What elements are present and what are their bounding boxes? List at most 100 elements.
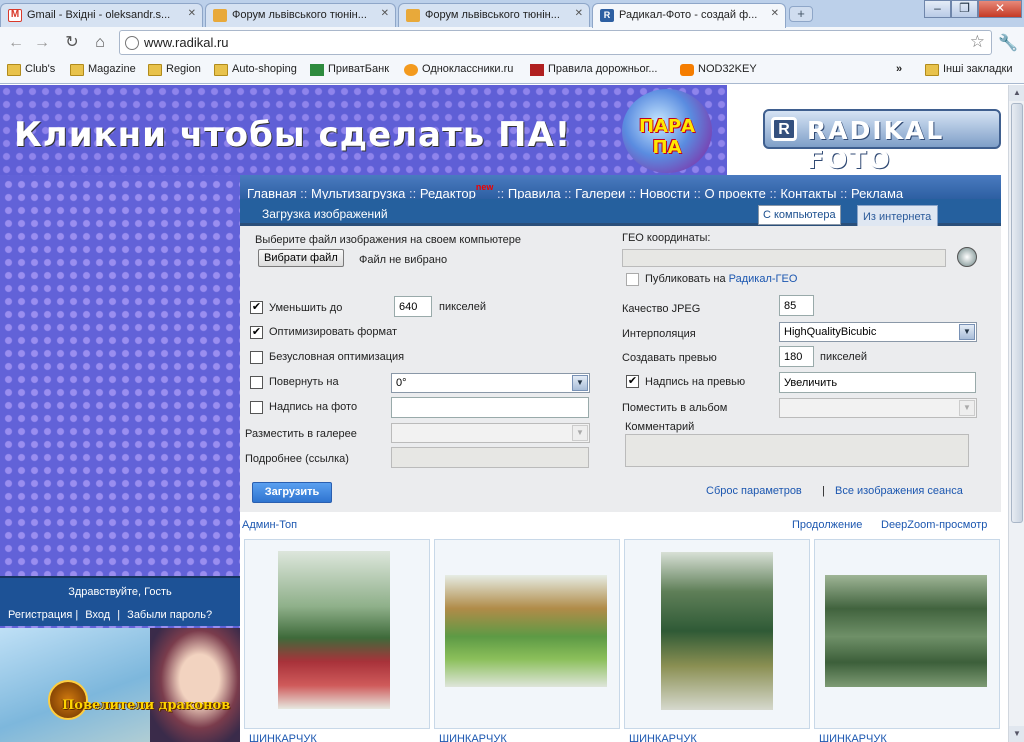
url-input[interactable] (144, 34, 964, 51)
rotate-select[interactable]: 0° ▼ (391, 373, 590, 393)
bookmark-label: Magazine (88, 63, 136, 75)
session-images-link[interactable]: Все изображения сеанса (835, 485, 963, 497)
close-icon[interactable]: ✕ (188, 8, 196, 19)
interp-select[interactable]: HighQualityBicubic ▼ (779, 322, 977, 342)
forward-icon[interactable]: → (32, 33, 52, 53)
login-link[interactable]: Вход (85, 609, 110, 621)
resize-input[interactable] (394, 296, 432, 317)
bookmark-clubs[interactable]: Club's (7, 63, 55, 79)
forgot-password-link[interactable]: Забыли пароль? (127, 609, 212, 621)
globe-icon[interactable] (957, 247, 977, 267)
bookmark-odnoklassniki[interactable]: Одноклассники.ru (404, 63, 513, 79)
site-logo-area: R RADIKAL FOTO (727, 85, 1008, 175)
owner-link[interactable]: ШИНКАРЧУК (819, 733, 887, 742)
ad-banner[interactable]: Кликни чтобы сделать ПА! ПАРА ПА (0, 85, 727, 175)
bookmark-magazine[interactable]: Magazine (70, 63, 136, 79)
radikal-icon: R (600, 9, 614, 22)
rotate-checkbox[interactable] (250, 376, 263, 389)
bookmark-label: Правила дорожньог... (548, 63, 658, 75)
file-prompt: Выберите файл изображения на своем компь… (255, 234, 522, 246)
geo-input[interactable] (622, 249, 946, 267)
resize-checkbox[interactable]: ✔ (250, 301, 263, 314)
jpeg-input[interactable] (779, 295, 814, 316)
home-icon[interactable]: ⌂ (90, 33, 110, 53)
other-bookmarks[interactable]: Інші закладки (925, 63, 1012, 79)
back-icon[interactable]: ← (6, 33, 26, 53)
tab-gmail[interactable]: M Gmail - Вхідні - oleksandr.s... ✕ (0, 3, 203, 27)
tab-forum-1[interactable]: Форум львівського тюнін... ✕ (205, 3, 396, 27)
close-window-icon[interactable]: ✕ (978, 0, 1022, 18)
preview-caption-input[interactable] (779, 372, 976, 393)
continue-link[interactable]: Продолжение (792, 519, 862, 531)
reset-link[interactable]: Сброс параметров (706, 485, 802, 497)
details-input[interactable] (391, 447, 589, 468)
bookmarks-overflow-icon[interactable]: » (896, 63, 902, 79)
no-file-label: Файл не вибрано (359, 254, 448, 266)
scroll-thumb[interactable] (1011, 103, 1023, 523)
bookmark-star-icon[interactable]: ☆ (970, 32, 985, 52)
choose-file-button[interactable]: Вибрати файл (258, 249, 344, 267)
caption-input[interactable] (391, 397, 589, 418)
optimize-checkbox[interactable]: ✔ (250, 326, 263, 339)
forum-icon (213, 9, 227, 22)
owner-link[interactable]: ШИНКАРЧУК (629, 733, 697, 742)
address-bar[interactable]: ☆ (119, 30, 992, 55)
album-select[interactable]: ▼ (779, 398, 977, 418)
bookmark-rules[interactable]: Правила дорожньог... (530, 63, 658, 79)
admin-top-link[interactable]: Админ-Топ (242, 519, 297, 531)
new-tab-button[interactable]: + (789, 6, 813, 22)
scroll-down-icon[interactable]: ▼ (1009, 726, 1024, 742)
user-links: Регистрация | Вход | Забыли пароль? (8, 609, 212, 621)
close-icon[interactable]: ✕ (381, 8, 389, 19)
tab-radikal[interactable]: R Радикал-Фото - создай ф... ✕ (592, 3, 786, 28)
bookmark-privatbank[interactable]: ПриватБанк (310, 63, 389, 79)
gallery-card[interactable]: ШИНКАРЧУК (624, 539, 810, 742)
link-separator: | (117, 609, 121, 621)
bookmark-label: ПриватБанк (328, 63, 390, 75)
page-scrollbar[interactable]: ▲ ▼ (1008, 85, 1024, 742)
gallery-select[interactable]: ▼ (391, 423, 590, 443)
caption-checkbox[interactable] (250, 401, 263, 414)
details-label: Подробнее (ссылка) (245, 453, 349, 465)
publish-label: Публиковать на Радикал-ГЕО (645, 273, 797, 285)
scroll-up-icon[interactable]: ▲ (1009, 85, 1024, 101)
ad-character-image (150, 628, 240, 742)
bookmark-region[interactable]: Region (148, 63, 201, 79)
close-icon[interactable]: ✕ (575, 8, 583, 19)
gallery-card[interactable]: ШИНКАРЧУК (814, 539, 1000, 742)
upload-header: Загрузка изображений С компьютера Из инт… (240, 199, 1001, 229)
link-separator: | (75, 609, 79, 621)
maximize-icon[interactable]: ❐ (951, 0, 978, 18)
minimize-icon[interactable]: – (924, 0, 951, 18)
comment-label: Комментарий (625, 421, 695, 433)
owner-link[interactable]: ШИНКАРЧУК (439, 733, 507, 742)
photo-thumbnail[interactable] (825, 575, 987, 687)
preview-input[interactable] (779, 346, 814, 367)
tab-forum-2[interactable]: Форум львівського тюнін... ✕ (398, 3, 590, 27)
photo-thumbnail[interactable] (661, 552, 773, 710)
bookmark-nod32key[interactable]: NOD32KEY (680, 63, 757, 79)
preview-caption-checkbox[interactable]: ✔ (626, 375, 639, 388)
wrench-icon[interactable]: 🔧 (998, 33, 1018, 53)
game-ad-banner[interactable]: Повелители драконов (0, 628, 240, 742)
gallery-card[interactable]: ШИНКАРЧУК (244, 539, 430, 742)
tab-label: Радикал-Фото - создай ф... (619, 9, 758, 21)
reload-icon[interactable]: ↻ (62, 33, 82, 53)
unconditional-checkbox[interactable] (250, 351, 263, 364)
owner-link[interactable]: ШИНКАРЧУК (249, 733, 317, 742)
photo-thumbnail[interactable] (278, 551, 390, 709)
radikal-geo-link[interactable]: Радикал-ГЕО (729, 273, 798, 285)
gallery-card[interactable]: ШИНКАРЧУК (434, 539, 620, 742)
tab-from-computer[interactable]: С компьютера (758, 205, 841, 225)
deepzoom-link[interactable]: DeepZoom-просмотр (881, 519, 987, 531)
chevron-down-icon: ▼ (572, 375, 588, 391)
comment-textarea[interactable] (625, 434, 969, 467)
photo-thumbnail[interactable] (445, 575, 607, 687)
bookmark-auto-shoping[interactable]: Auto-shoping (214, 63, 297, 79)
radikal-logo[interactable]: R RADIKAL FOTO (763, 109, 1001, 174)
para-pa-badge[interactable]: ПАРА ПА (622, 89, 712, 173)
register-link[interactable]: Регистрация (8, 609, 72, 621)
upload-button[interactable]: Загрузить (252, 482, 332, 503)
publish-checkbox[interactable] (626, 273, 639, 286)
close-icon[interactable]: ✕ (771, 8, 779, 19)
